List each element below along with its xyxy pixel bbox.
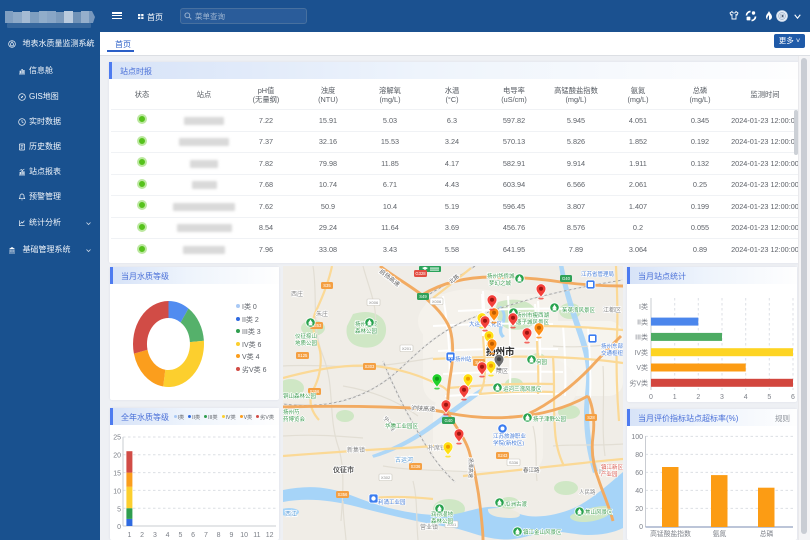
svg-text:镇江金山风景区: 镇江金山风景区 bbox=[523, 528, 562, 536]
svg-text:江都区: 江都区 bbox=[603, 306, 621, 314]
svg-text:运河三湾风景区: 运河三湾风景区 bbox=[503, 385, 542, 393]
svg-text:扬州华侨城: 扬州华侨城 bbox=[487, 272, 515, 280]
svg-text:利涌工业园: 利涌工业园 bbox=[378, 498, 406, 506]
svg-text:S35: S35 bbox=[323, 283, 331, 288]
svg-text:10: 10 bbox=[240, 532, 248, 539]
svg-text:茱萸湾风景区: 茱萸湾风景区 bbox=[562, 306, 596, 314]
svg-text:II类: II类 bbox=[637, 317, 648, 326]
svg-text:10: 10 bbox=[113, 489, 121, 496]
svg-text:江苏省管理局: 江苏省管理局 bbox=[581, 270, 614, 278]
svg-text:G328: G328 bbox=[415, 271, 426, 276]
svg-text:产业园: 产业园 bbox=[601, 470, 618, 478]
svg-text:镇江新区: 镇江新区 bbox=[601, 463, 623, 471]
svg-text:唐子城风景区: 唐子城风景区 bbox=[516, 318, 550, 326]
svg-text:5: 5 bbox=[767, 394, 771, 401]
svg-text:古运河: 古运河 bbox=[395, 456, 413, 464]
svg-text:交通枢纽: 交通枢纽 bbox=[601, 349, 623, 357]
svg-text:X006: X006 bbox=[432, 299, 442, 304]
svg-text:焦山风景区: 焦山风景区 bbox=[585, 508, 613, 516]
svg-text:3: 3 bbox=[153, 532, 157, 539]
svg-text:G40: G40 bbox=[562, 276, 571, 281]
svg-text:S303: S303 bbox=[365, 364, 375, 369]
svg-text:梦幻之城: 梦幻之城 bbox=[489, 279, 512, 287]
svg-text:高锰酸盐指数: 高锰酸盐指数 bbox=[650, 529, 691, 538]
svg-text:S356: S356 bbox=[338, 492, 348, 497]
svg-text:S336: S336 bbox=[509, 460, 519, 465]
svg-text:12: 12 bbox=[266, 532, 274, 539]
svg-text:S125: S125 bbox=[298, 353, 308, 358]
svg-text:仪征市: 仪征市 bbox=[332, 465, 354, 474]
svg-text:西江: 西江 bbox=[285, 511, 297, 518]
svg-text:森林公园: 森林公园 bbox=[355, 327, 378, 335]
svg-text:20: 20 bbox=[113, 453, 121, 460]
svg-text:春江路: 春江路 bbox=[523, 466, 540, 474]
svg-text:S243: S243 bbox=[498, 453, 508, 458]
svg-text:G40: G40 bbox=[445, 418, 454, 423]
svg-text:15: 15 bbox=[113, 471, 121, 478]
svg-text:扬子津野公园: 扬子津野公园 bbox=[533, 415, 567, 423]
svg-text:1: 1 bbox=[673, 394, 677, 401]
svg-text:9: 9 bbox=[229, 532, 233, 539]
svg-text:8: 8 bbox=[217, 532, 221, 539]
svg-text:扬州东部: 扬州东部 bbox=[601, 342, 623, 350]
svg-text:森林公园: 森林公园 bbox=[431, 517, 454, 525]
svg-text:7: 7 bbox=[204, 532, 208, 539]
svg-text:I类: I类 bbox=[639, 302, 648, 311]
svg-text:扬州站: 扬州站 bbox=[455, 355, 472, 363]
svg-text:S336: S336 bbox=[411, 464, 421, 469]
svg-text:S49: S49 bbox=[419, 294, 427, 299]
svg-text:5: 5 bbox=[178, 532, 182, 539]
svg-text:IV类: IV类 bbox=[634, 348, 648, 357]
svg-text:4: 4 bbox=[166, 532, 170, 539]
svg-text:V类: V类 bbox=[636, 363, 648, 372]
svg-text:100: 100 bbox=[631, 434, 643, 441]
svg-text:6: 6 bbox=[191, 532, 195, 539]
svg-text:劣V类: 劣V类 bbox=[629, 379, 648, 388]
svg-text:何园: 何园 bbox=[536, 358, 548, 366]
svg-text:药博览会: 药博览会 bbox=[283, 415, 306, 423]
svg-text:11: 11 bbox=[253, 532, 260, 539]
svg-text:扬溧高速: 扬溧高速 bbox=[467, 458, 474, 478]
svg-text:地质公园: 地质公园 bbox=[295, 339, 318, 347]
svg-text:华腾工业园区: 华腾工业园区 bbox=[385, 422, 419, 430]
svg-text:铜山森林公园: 铜山森林公园 bbox=[283, 392, 317, 400]
svg-text:江苏旅游职业: 江苏旅游职业 bbox=[493, 432, 527, 440]
svg-text:0: 0 bbox=[639, 524, 643, 531]
svg-text:III类: III类 bbox=[635, 333, 648, 342]
svg-text:S28: S28 bbox=[587, 415, 595, 420]
svg-text:2: 2 bbox=[696, 394, 700, 401]
svg-text:3: 3 bbox=[720, 394, 724, 401]
svg-text:20: 20 bbox=[635, 506, 643, 513]
svg-text:X006: X006 bbox=[369, 300, 379, 305]
svg-text:25: 25 bbox=[113, 435, 121, 442]
svg-text:扬州市瘦西湖: 扬州市瘦西湖 bbox=[516, 311, 550, 319]
svg-text:40: 40 bbox=[635, 488, 643, 495]
svg-text:X201: X201 bbox=[402, 346, 412, 351]
svg-text:X302: X302 bbox=[381, 475, 391, 480]
svg-text:朱庄: 朱庄 bbox=[316, 310, 328, 318]
svg-text:氨氮: 氨氮 bbox=[713, 529, 727, 538]
svg-text:1: 1 bbox=[127, 532, 131, 539]
svg-text:6: 6 bbox=[791, 394, 795, 401]
svg-text:瓜洲古渡: 瓜洲古渡 bbox=[505, 500, 528, 508]
svg-text:5: 5 bbox=[117, 507, 121, 514]
svg-text:人民路: 人民路 bbox=[579, 488, 596, 496]
svg-text:西庄: 西庄 bbox=[291, 290, 303, 298]
svg-text:学院(新校区): 学院(新校区) bbox=[493, 439, 524, 447]
svg-text:0: 0 bbox=[649, 394, 653, 401]
svg-text:总磷: 总磷 bbox=[760, 529, 774, 538]
svg-text:2: 2 bbox=[140, 532, 144, 539]
svg-text:仪征捺山: 仪征捺山 bbox=[295, 332, 317, 340]
svg-text:新集镇: 新集镇 bbox=[347, 446, 365, 454]
svg-text:扬州芍: 扬州芍 bbox=[283, 408, 300, 416]
svg-text:0: 0 bbox=[117, 524, 121, 531]
svg-text:80: 80 bbox=[635, 452, 643, 459]
svg-text:60: 60 bbox=[635, 470, 643, 477]
svg-text:4: 4 bbox=[744, 394, 748, 401]
